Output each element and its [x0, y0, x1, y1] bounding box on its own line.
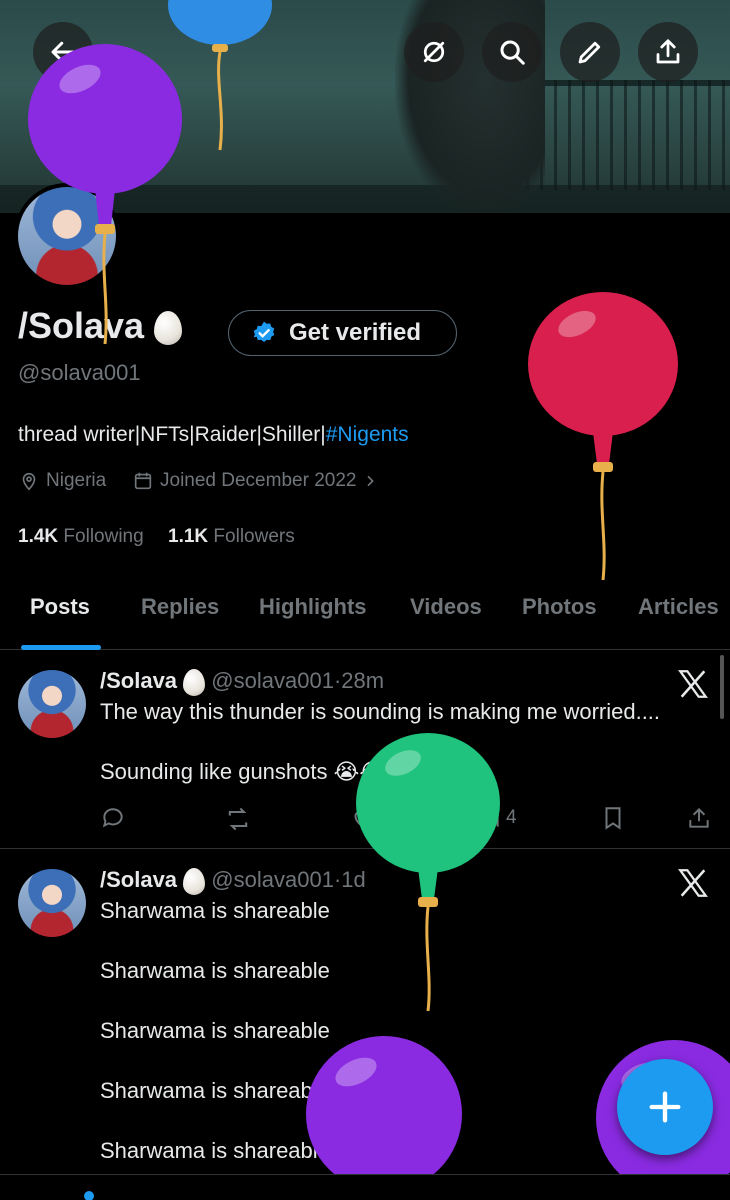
post-text-line: Sharwama is shareable — [100, 958, 330, 983]
post-author-handle: @solava001 — [211, 668, 334, 693]
balloon-red-icon — [528, 292, 678, 581]
mute-button[interactable] — [404, 22, 464, 82]
scrollbar-thumb[interactable] — [720, 655, 724, 719]
post-text-line: Sharwama is shareable — [100, 898, 330, 923]
following-label: Following — [63, 526, 144, 547]
get-verified-label: Get verified — [289, 319, 422, 346]
followers-label: Followers — [213, 526, 295, 547]
post-avatar[interactable] — [18, 869, 86, 937]
share-button[interactable] — [638, 22, 698, 82]
chevron-right-icon — [367, 475, 375, 487]
calendar-icon — [134, 472, 152, 490]
post-text-line: Sharwama is shareable — [100, 1138, 330, 1163]
edit-button[interactable] — [560, 22, 620, 82]
share-post-button[interactable] — [686, 805, 712, 831]
following-count: 1.4K — [18, 526, 59, 547]
home-indicator-dot — [84, 1191, 94, 1200]
tab-replies[interactable]: Replies — [141, 594, 219, 620]
joined-meta[interactable]: Joined December 2022 — [132, 470, 378, 492]
verified-badge-icon — [253, 321, 275, 342]
repost-icon — [228, 807, 248, 831]
reply-button[interactable] — [100, 805, 126, 831]
balloon-green-icon — [356, 733, 500, 1012]
tab-videos[interactable]: Videos — [410, 594, 482, 620]
plus-icon — [649, 1091, 681, 1123]
get-verified-button[interactable]: Get verified — [228, 310, 457, 356]
views-count: 4 — [506, 807, 517, 828]
location-text: Nigeria — [46, 470, 107, 491]
post-text-line: Sharwama is shareable — [100, 1018, 330, 1043]
post-header: /Solava @solava001·28m — [100, 668, 384, 696]
compose-button[interactable] — [617, 1059, 713, 1155]
bio-text: thread writer|NFTs|Raider|Shiller| — [18, 423, 326, 446]
search-icon — [500, 40, 525, 65]
post-time: 28m — [341, 668, 385, 693]
x-logo-icon — [678, 869, 708, 897]
profile-handle: @solava001 — [18, 360, 141, 385]
share-icon — [689, 807, 709, 828]
egg-emoji-icon — [183, 668, 206, 696]
location-pin-icon — [22, 472, 36, 491]
tab-photos[interactable]: Photos — [522, 594, 597, 620]
tab-highlights[interactable]: Highlights — [259, 594, 367, 620]
no-sign-icon — [423, 41, 445, 63]
followers-link[interactable]: 1.1K Followers — [168, 526, 295, 548]
bookmark-button[interactable] — [600, 805, 626, 831]
egg-emoji-icon — [183, 867, 206, 895]
active-tab-indicator — [21, 645, 101, 650]
post-author-handle: @solava001 — [211, 867, 334, 892]
followers-count: 1.1K — [168, 526, 209, 547]
post-text-line: Sharwama is shareable — [100, 1078, 330, 1103]
tab-posts[interactable]: Posts — [30, 594, 90, 620]
search-button[interactable] — [482, 22, 542, 82]
tab-articles[interactable]: Articles — [638, 594, 719, 620]
repost-button[interactable] — [224, 805, 252, 833]
bio-hashtag-link[interactable]: #Nigents — [326, 423, 409, 446]
share-icon — [656, 39, 680, 64]
following-link[interactable]: 1.4K Following — [18, 526, 144, 548]
location-meta: Nigeria — [18, 470, 106, 492]
reply-icon — [102, 808, 123, 828]
post-avatar[interactable] — [18, 670, 86, 738]
post-text-line: The way this thunder is sounding is maki… — [100, 699, 661, 724]
bottom-navigation — [0, 1174, 730, 1200]
pencil-icon — [578, 41, 601, 64]
joined-text: Joined December 2022 — [160, 470, 357, 491]
balloon-purple-icon — [306, 1036, 462, 1176]
post-header: /Solava @solava001·1d — [100, 867, 366, 895]
x-logo-icon — [678, 670, 708, 698]
balloon-purple-icon — [28, 44, 182, 345]
post-author-name: /Solava — [100, 668, 178, 693]
profile-bio: thread writer|NFTs|Raider|Shiller|#Nigen… — [18, 423, 409, 447]
post-author-name: /Solava — [100, 867, 178, 892]
profile-tabs: Posts Replies Highlights Videos Photos A… — [0, 575, 730, 650]
bookmark-icon — [605, 807, 621, 830]
